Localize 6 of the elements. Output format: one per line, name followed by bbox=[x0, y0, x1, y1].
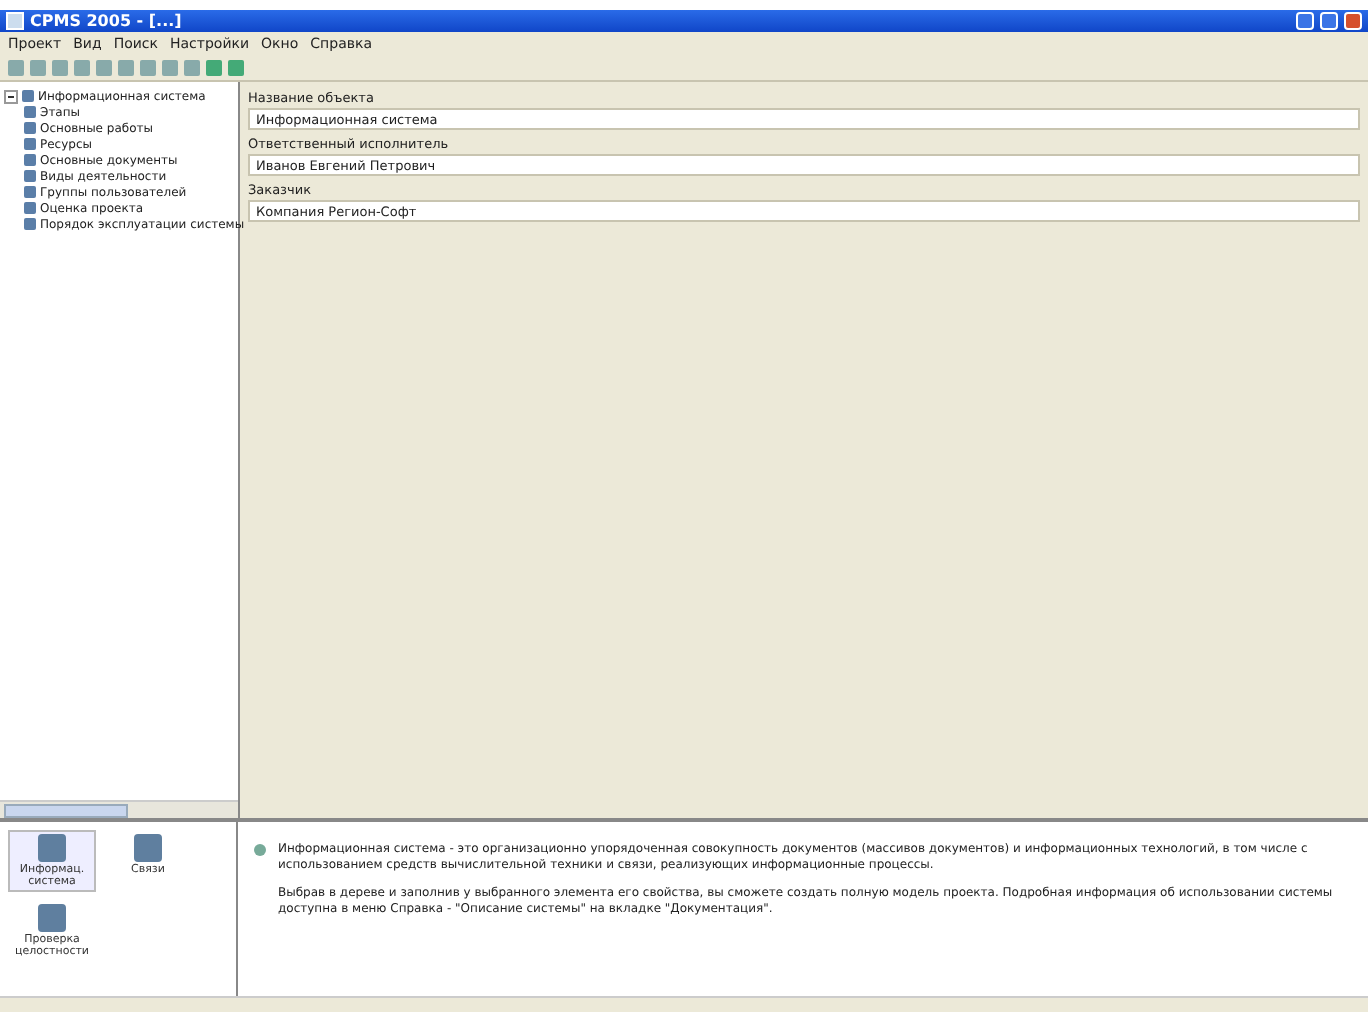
maximize-button[interactable] bbox=[1320, 12, 1338, 30]
window-title: СРМS 2005 - [...] bbox=[30, 12, 184, 30]
minimize-button[interactable] bbox=[1296, 12, 1314, 30]
close-button[interactable] bbox=[1344, 12, 1362, 30]
horizontal-scrollbar[interactable] bbox=[0, 800, 238, 818]
expand-toggle[interactable] bbox=[4, 89, 18, 103]
